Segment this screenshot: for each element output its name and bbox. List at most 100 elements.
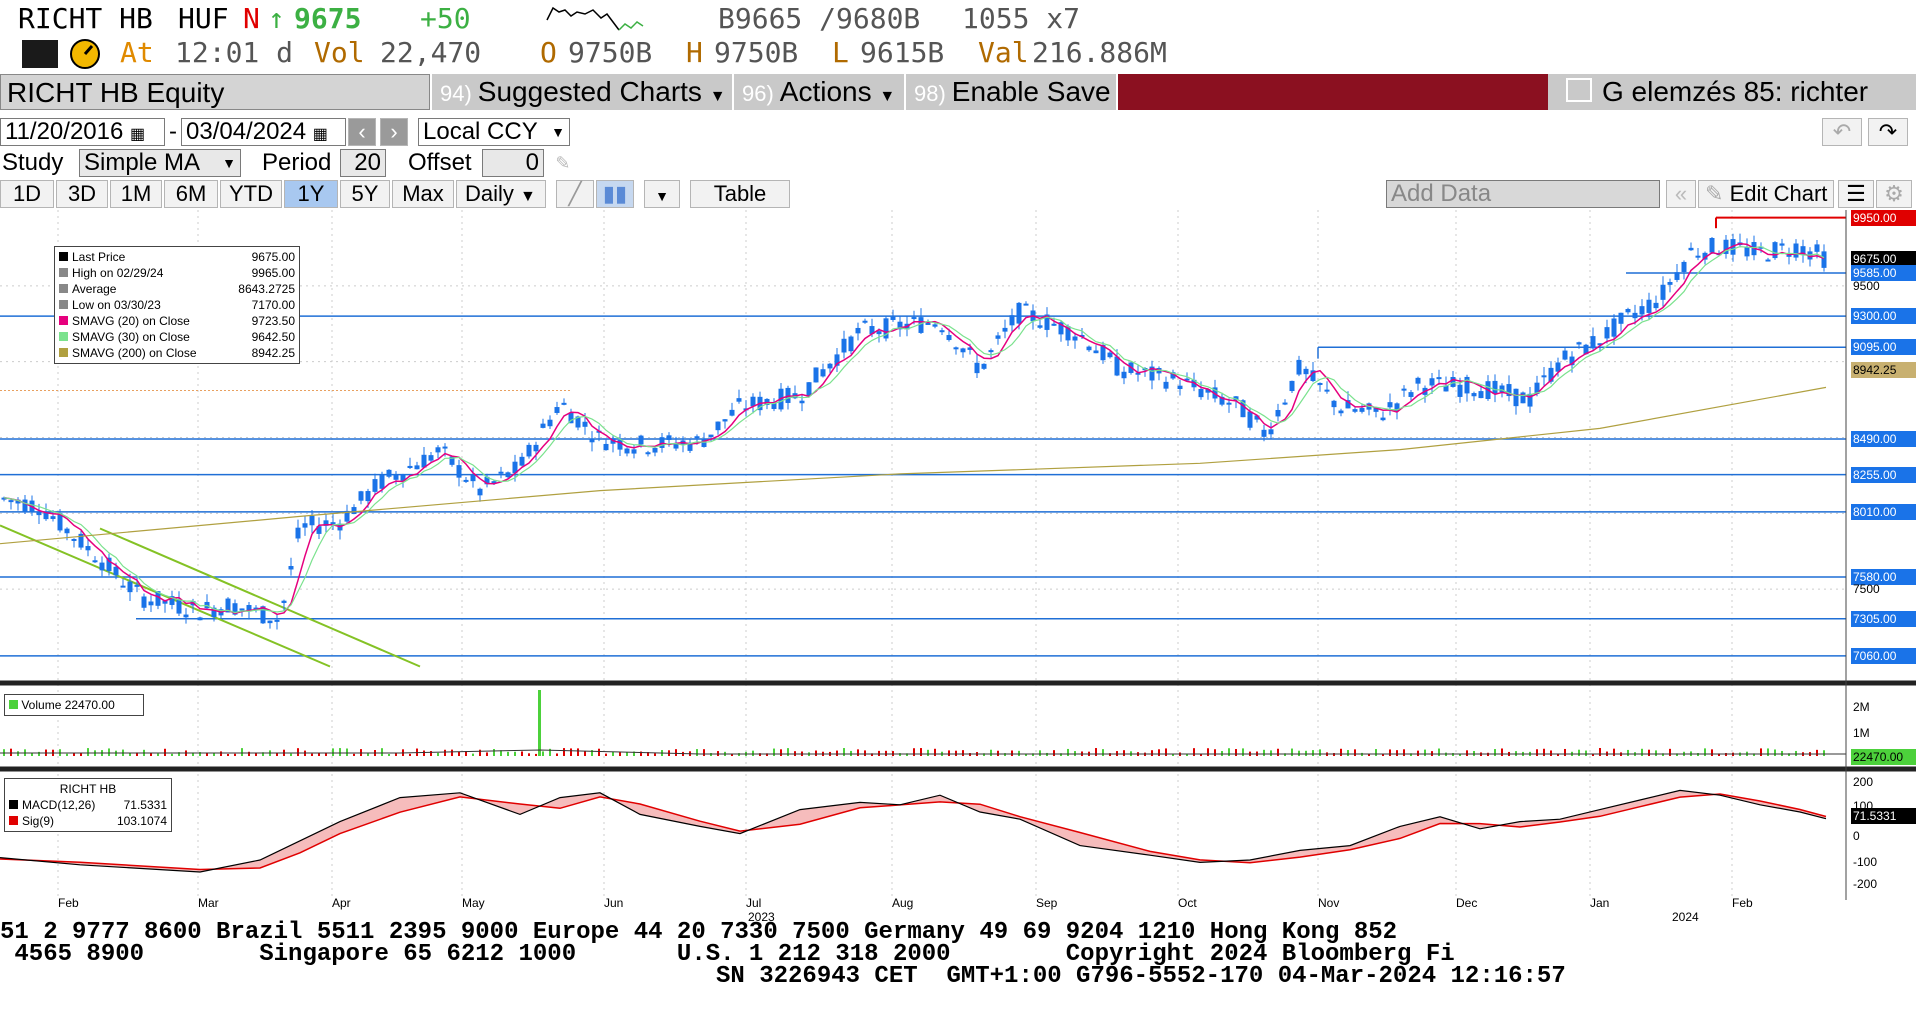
legend-swatch: [59, 332, 68, 341]
next-arrow-icon[interactable]: ›: [380, 118, 408, 146]
price-bar-body: [582, 421, 588, 427]
undo-icon[interactable]: ↶: [1822, 118, 1862, 146]
price-bar-body: [519, 456, 525, 466]
actions-menu[interactable]: 96) Actions ▼: [734, 74, 906, 110]
calendar-icon[interactable]: ▦: [313, 126, 328, 143]
sma-200-line: [0, 386, 1827, 545]
volume-bar: [1375, 749, 1377, 756]
volume-bar: [1235, 749, 1237, 756]
volume-bar: [1578, 749, 1580, 756]
price-bar-body: [1821, 251, 1827, 268]
volume-bar: [1291, 748, 1293, 756]
macd-axis-label: 0: [1853, 829, 1860, 843]
study-label: Study: [2, 149, 64, 176]
price-axis-label: 8942.25: [1851, 362, 1916, 379]
suggested-charts-menu[interactable]: 94) Suggested Charts ▼: [432, 74, 734, 110]
price-bar-body: [1576, 342, 1582, 345]
trade-size: 1055 x7: [962, 2, 1081, 35]
volume-bar: [1599, 748, 1601, 756]
calendar-icon[interactable]: ▦: [130, 126, 145, 143]
bar-chart-icon[interactable]: ▮▮: [596, 180, 634, 208]
start-date-input[interactable]: 11/20/2016 ▦: [0, 118, 165, 146]
price-axis-label: 8255.00: [1851, 466, 1916, 483]
volume-bar: [1704, 748, 1706, 756]
currency-select[interactable]: Local CCY ▼: [418, 118, 570, 146]
gear-icon[interactable]: ⚙: [1876, 180, 1912, 208]
collapse-icon[interactable]: «: [1666, 180, 1696, 208]
price-bar-body: [946, 335, 952, 341]
range-max-button[interactable]: Max: [392, 180, 454, 208]
price-bar-body: [799, 400, 805, 404]
volume-bar: [997, 750, 999, 756]
volume-bar: [1403, 749, 1405, 756]
enable-save-button[interactable]: 98) Enable Save: [906, 74, 1118, 110]
volume-bar: [458, 751, 460, 756]
price-bar-body: [1744, 247, 1750, 257]
period-input[interactable]: 20: [340, 149, 386, 177]
dropdown-icon: ▼: [551, 124, 565, 140]
study-select[interactable]: Simple MA ▼: [79, 149, 241, 177]
price-bar-body: [1520, 392, 1526, 404]
range-ytd-button[interactable]: YTD: [220, 180, 282, 208]
legend-label: MACD(12,26): [22, 798, 96, 812]
redo-icon[interactable]: ↷: [1868, 118, 1908, 146]
price-bar-body: [274, 619, 280, 622]
price-bar-body: [281, 600, 287, 603]
volume-bar: [836, 750, 838, 756]
price-bar-body: [386, 469, 392, 477]
range-1d-button[interactable]: 1D: [0, 180, 54, 208]
macd-legend-row: MACD(12,26) 71.5331: [9, 797, 167, 813]
volume-bar: [864, 750, 866, 756]
legend-swatch: [59, 252, 68, 261]
range-1y-button[interactable]: 1Y: [284, 180, 338, 208]
price-bar-body: [1429, 378, 1435, 386]
external-link-icon[interactable]: [1566, 78, 1592, 102]
chart-settings-icon[interactable]: ☰: [1838, 180, 1874, 208]
volume-bar: [1501, 748, 1503, 756]
volume-legend[interactable]: Volume 22470.00: [4, 694, 144, 716]
chart-type-dropdown[interactable]: ▼: [644, 180, 680, 208]
volume-bar: [1655, 750, 1657, 756]
volume-bar: [10, 748, 12, 756]
price-bar-body: [813, 367, 819, 383]
price-bar-body: [1541, 375, 1547, 378]
add-data-input[interactable]: Add Data: [1386, 180, 1660, 208]
volume-axis-label: 2M: [1853, 700, 1870, 714]
end-date-input[interactable]: 03/04/2024 ▦: [181, 118, 346, 146]
volume-bar: [332, 748, 334, 756]
range-5y-button[interactable]: 5Y: [340, 180, 390, 208]
range-1m-button[interactable]: 1M: [110, 180, 162, 208]
x-axis-label: Nov: [1318, 896, 1340, 910]
offset-input[interactable]: 0: [482, 149, 544, 177]
macd-legend[interactable]: RICHT HB MACD(12,26) 71.5331 Sig(9) 103.107…: [4, 778, 172, 832]
volume-bar: [346, 748, 348, 756]
monitor-icon[interactable]: [22, 40, 58, 68]
line-chart-icon[interactable]: ╱: [556, 180, 594, 208]
legend-row: SMAVG (20) on Close 9723.50: [59, 313, 295, 329]
volume-bar: [311, 753, 313, 756]
price-bar-body: [1457, 384, 1463, 397]
range-6m-button[interactable]: 6M: [164, 180, 218, 208]
table-button[interactable]: Table: [690, 180, 790, 208]
price-legend[interactable]: Last Price 9675.00 High on 02/29/24 9965.00…: [54, 246, 300, 364]
price-bar-body: [540, 423, 546, 428]
legend-label: High on 02/29/24: [72, 266, 164, 280]
volume-bar: [885, 750, 887, 756]
range-3d-button[interactable]: 3D: [56, 180, 108, 208]
volume-axis-label: 1M: [1853, 726, 1870, 740]
speedometer-icon[interactable]: [68, 38, 102, 70]
volume-bar: [934, 748, 936, 756]
security-field[interactable]: RICHT HB Equity: [0, 74, 430, 110]
volume-bar: [486, 752, 488, 756]
frequency-select[interactable]: Daily ▼: [456, 180, 546, 208]
price-bar-body: [1709, 237, 1715, 253]
legend-row: SMAVG (200) on Close 8942.25: [59, 345, 295, 361]
price-bar-body: [890, 316, 896, 320]
pencil-icon[interactable]: ✎: [556, 150, 569, 175]
chart-name-field[interactable]: G elemzés 85: richter: [1548, 74, 1916, 110]
edit-chart-button[interactable]: ✎ Edit Chart: [1698, 180, 1834, 208]
legend-value: 8643.2725: [238, 282, 295, 296]
macd-axis-label: 200: [1853, 775, 1874, 789]
prev-arrow-icon[interactable]: ‹: [348, 118, 376, 146]
start-date: 11/20/2016: [5, 118, 124, 145]
